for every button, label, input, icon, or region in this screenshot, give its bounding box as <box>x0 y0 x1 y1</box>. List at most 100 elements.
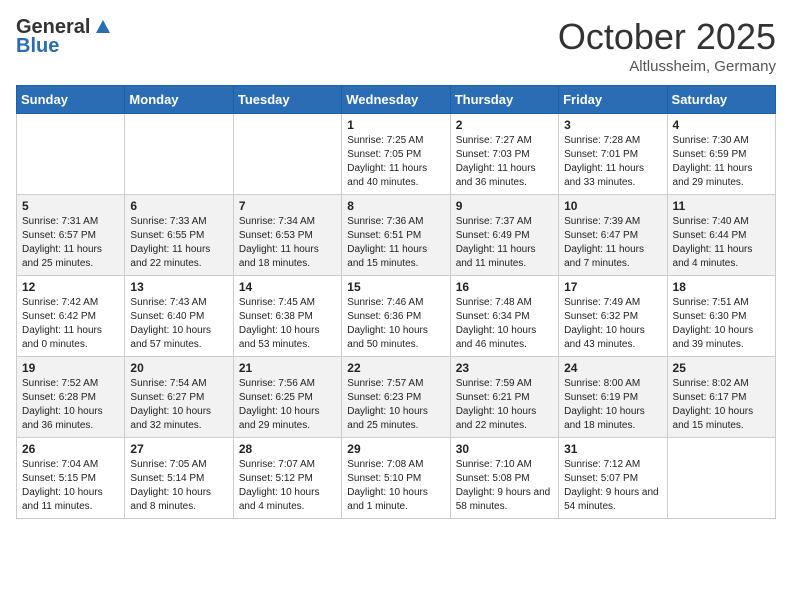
day-of-week-header: Tuesday <box>233 86 341 114</box>
day-number: 21 <box>239 361 336 375</box>
day-info: Sunrise: 7:54 AM Sunset: 6:27 PM Dayligh… <box>130 377 227 433</box>
calendar-day-cell: 24 Sunrise: 8:00 AM Sunset: 6:19 PM Dayli… <box>559 357 667 438</box>
day-number: 19 <box>22 361 119 375</box>
day-number: 24 <box>564 361 661 375</box>
calendar-day-cell: 15Sunrise: 7:46 AM Sunset: 6:36 PM Dayli… <box>342 276 450 357</box>
calendar-day-cell: 12 Sunrise: 7:42 AM Sunset: 6:42 PM Dayli… <box>17 276 125 357</box>
page-header: General Blue October 2025 Altlussheim, G… <box>16 16 776 75</box>
day-info: Sunrise: 7:08 AM Sunset: 5:10 PM Dayligh… <box>347 458 444 514</box>
logo-blue: Blue <box>16 35 59 58</box>
day-info: Sunrise: 8:00 AM Sunset: 6:19 PM Dayligh… <box>564 377 661 433</box>
calendar-day-cell: 26 Sunrise: 7:04 AM Sunset: 5:15 PM Dayli… <box>17 438 125 519</box>
calendar-day-cell: 30 Sunrise: 7:10 AM Sunset: 5:08 PM Dayli… <box>450 438 558 519</box>
calendar-day-cell: 10Sunrise: 7:39 AM Sunset: 6:47 PM Dayli… <box>559 195 667 276</box>
day-number: 25 <box>673 361 770 375</box>
calendar-day-cell: 14 Sunrise: 7:45 AM Sunset: 6:38 PM Dayli… <box>233 276 341 357</box>
day-info: Sunrise: 7:43 AM Sunset: 6:40 PM Dayligh… <box>130 296 227 352</box>
day-number: 9 <box>456 199 553 213</box>
day-of-week-header: Thursday <box>450 86 558 114</box>
calendar-day-cell <box>233 114 341 195</box>
location: Altlussheim, Germany <box>558 58 776 75</box>
day-number: 18 <box>673 280 770 294</box>
day-of-week-header: Monday <box>125 86 233 114</box>
day-number: 26 <box>22 442 119 456</box>
day-info: Sunrise: 7:49 AM Sunset: 6:32 PM Dayligh… <box>564 296 661 352</box>
day-info: Sunrise: 7:42 AM Sunset: 6:42 PM Dayligh… <box>22 296 119 352</box>
day-info: Sunrise: 7:27 AM Sunset: 7:03 PM Dayligh… <box>456 134 553 190</box>
day-info: Sunrise: 7:51 AM Sunset: 6:30 PM Dayligh… <box>673 296 770 352</box>
calendar-table: SundayMondayTuesdayWednesdayThursdayFrid… <box>16 85 776 519</box>
day-info: Sunrise: 7:25 AM Sunset: 7:05 PM Dayligh… <box>347 134 444 190</box>
day-number: 31 <box>564 442 661 456</box>
day-info: Sunrise: 7:05 AM Sunset: 5:14 PM Dayligh… <box>130 458 227 514</box>
day-number: 11 <box>673 199 770 213</box>
calendar-day-cell: 22 Sunrise: 7:57 AM Sunset: 6:23 PM Dayli… <box>342 357 450 438</box>
day-of-week-header: Friday <box>559 86 667 114</box>
calendar-week-row: 26 Sunrise: 7:04 AM Sunset: 5:15 PM Dayli… <box>17 438 776 519</box>
calendar-day-cell: 20 Sunrise: 7:54 AM Sunset: 6:27 PM Dayli… <box>125 357 233 438</box>
day-number: 28 <box>239 442 336 456</box>
calendar-day-cell: 17 Sunrise: 7:49 AM Sunset: 6:32 PM Dayli… <box>559 276 667 357</box>
calendar-week-row: 5 Sunrise: 7:31 AM Sunset: 6:57 PM Daylig… <box>17 195 776 276</box>
day-number: 7 <box>239 199 336 213</box>
logo: General Blue <box>16 16 114 58</box>
calendar-day-cell: 4Sunrise: 7:30 AM Sunset: 6:59 PM Daylig… <box>667 114 775 195</box>
day-number: 30 <box>456 442 553 456</box>
calendar-day-cell: 16Sunrise: 7:48 AM Sunset: 6:34 PM Dayli… <box>450 276 558 357</box>
calendar-day-cell: 7 Sunrise: 7:34 AM Sunset: 6:53 PM Daylig… <box>233 195 341 276</box>
day-info: Sunrise: 7:04 AM Sunset: 5:15 PM Dayligh… <box>22 458 119 514</box>
day-number: 12 <box>22 280 119 294</box>
day-info: Sunrise: 7:45 AM Sunset: 6:38 PM Dayligh… <box>239 296 336 352</box>
calendar-day-cell: 29 Sunrise: 7:08 AM Sunset: 5:10 PM Dayli… <box>342 438 450 519</box>
day-info: Sunrise: 7:33 AM Sunset: 6:55 PM Dayligh… <box>130 215 227 271</box>
day-number: 1 <box>347 118 444 132</box>
day-number: 14 <box>239 280 336 294</box>
day-info: Sunrise: 7:31 AM Sunset: 6:57 PM Dayligh… <box>22 215 119 271</box>
day-number: 20 <box>130 361 227 375</box>
day-info: Sunrise: 7:07 AM Sunset: 5:12 PM Dayligh… <box>239 458 336 514</box>
day-info: Sunrise: 7:37 AM Sunset: 6:49 PM Dayligh… <box>456 215 553 271</box>
calendar-day-cell: 11 Sunrise: 7:40 AM Sunset: 6:44 PM Dayli… <box>667 195 775 276</box>
day-number: 3 <box>564 118 661 132</box>
calendar-day-cell: 13Sunrise: 7:43 AM Sunset: 6:40 PM Dayli… <box>125 276 233 357</box>
calendar-day-cell: 3 Sunrise: 7:28 AM Sunset: 7:01 PM Daylig… <box>559 114 667 195</box>
day-number: 5 <box>22 199 119 213</box>
day-info: Sunrise: 7:48 AM Sunset: 6:34 PM Dayligh… <box>456 296 553 352</box>
calendar-day-cell: 9 Sunrise: 7:37 AM Sunset: 6:49 PM Daylig… <box>450 195 558 276</box>
day-of-week-header: Sunday <box>17 86 125 114</box>
calendar-week-row: 1 Sunrise: 7:25 AM Sunset: 7:05 PM Daylig… <box>17 114 776 195</box>
calendar-day-cell: 31 Sunrise: 7:12 AM Sunset: 5:07 PM Dayli… <box>559 438 667 519</box>
calendar-day-cell: 1 Sunrise: 7:25 AM Sunset: 7:05 PM Daylig… <box>342 114 450 195</box>
calendar-day-cell: 28 Sunrise: 7:07 AM Sunset: 5:12 PM Dayli… <box>233 438 341 519</box>
day-number: 22 <box>347 361 444 375</box>
title-block: October 2025 Altlussheim, Germany <box>558 16 776 75</box>
day-of-week-header: Wednesday <box>342 86 450 114</box>
day-info: Sunrise: 7:10 AM Sunset: 5:08 PM Dayligh… <box>456 458 553 514</box>
day-number: 4 <box>673 118 770 132</box>
calendar-day-cell: 27Sunrise: 7:05 AM Sunset: 5:14 PM Dayli… <box>125 438 233 519</box>
calendar-day-cell: 23Sunrise: 7:59 AM Sunset: 6:21 PM Dayli… <box>450 357 558 438</box>
month-title: October 2025 <box>558 16 776 58</box>
calendar-week-row: 19Sunrise: 7:52 AM Sunset: 6:28 PM Dayli… <box>17 357 776 438</box>
calendar-day-cell <box>667 438 775 519</box>
calendar-day-cell <box>17 114 125 195</box>
day-info: Sunrise: 8:02 AM Sunset: 6:17 PM Dayligh… <box>673 377 770 433</box>
day-number: 17 <box>564 280 661 294</box>
day-info: Sunrise: 7:57 AM Sunset: 6:23 PM Dayligh… <box>347 377 444 433</box>
calendar-day-cell: 25 Sunrise: 8:02 AM Sunset: 6:17 PM Dayli… <box>667 357 775 438</box>
day-info: Sunrise: 7:34 AM Sunset: 6:53 PM Dayligh… <box>239 215 336 271</box>
day-info: Sunrise: 7:28 AM Sunset: 7:01 PM Dayligh… <box>564 134 661 190</box>
day-info: Sunrise: 7:40 AM Sunset: 6:44 PM Dayligh… <box>673 215 770 271</box>
day-number: 29 <box>347 442 444 456</box>
calendar-day-cell: 18 Sunrise: 7:51 AM Sunset: 6:30 PM Dayli… <box>667 276 775 357</box>
calendar-day-cell <box>125 114 233 195</box>
day-info: Sunrise: 7:56 AM Sunset: 6:25 PM Dayligh… <box>239 377 336 433</box>
calendar-week-row: 12 Sunrise: 7:42 AM Sunset: 6:42 PM Dayli… <box>17 276 776 357</box>
day-number: 8 <box>347 199 444 213</box>
day-number: 6 <box>130 199 227 213</box>
day-info: Sunrise: 7:46 AM Sunset: 6:36 PM Dayligh… <box>347 296 444 352</box>
day-info: Sunrise: 7:39 AM Sunset: 6:47 PM Dayligh… <box>564 215 661 271</box>
calendar-header-row: SundayMondayTuesdayWednesdayThursdayFrid… <box>17 86 776 114</box>
day-info: Sunrise: 7:12 AM Sunset: 5:07 PM Dayligh… <box>564 458 661 514</box>
calendar-day-cell: 2Sunrise: 7:27 AM Sunset: 7:03 PM Daylig… <box>450 114 558 195</box>
